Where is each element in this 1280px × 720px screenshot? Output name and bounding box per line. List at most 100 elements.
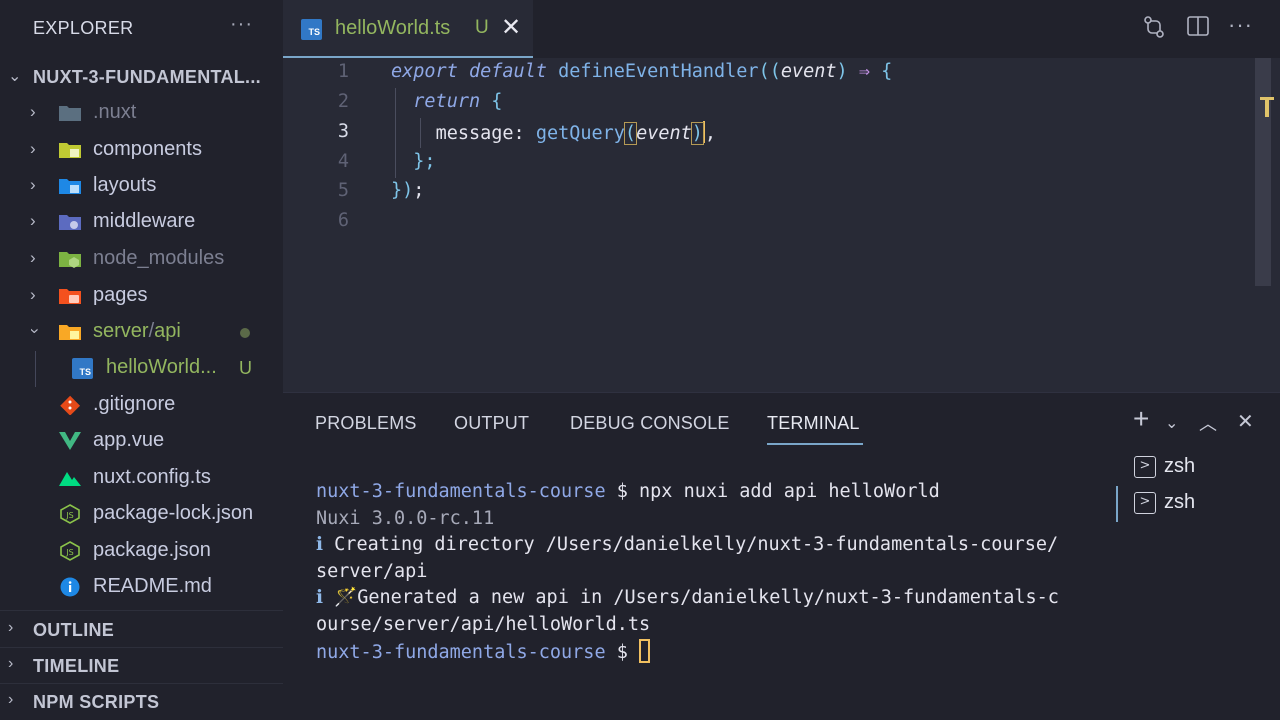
more-actions-icon[interactable]: ··· (1228, 12, 1253, 38)
tree-item-label: README.md (93, 575, 212, 597)
tree-item-label: components (93, 138, 202, 160)
chevron-down-icon: ⌄ (8, 68, 22, 85)
untracked-badge: U (475, 17, 489, 38)
svg-text:JS: JS (65, 548, 73, 557)
section-label: OUTLINE (33, 620, 115, 640)
divider (0, 610, 283, 611)
node-modules-folder-icon (59, 252, 81, 268)
tree-file-package[interactable]: JS package.json (0, 533, 283, 569)
npm-scripts-section[interactable]: › NPM SCRIPTS (0, 684, 283, 718)
tree-item-label: package-lock.json (93, 502, 254, 524)
tree-item-label: pages (93, 284, 148, 306)
untracked-badge: U (239, 358, 252, 378)
line-number: 6 (337, 210, 349, 231)
tab-problems[interactable]: PROBLEMS (315, 413, 417, 434)
chevron-down-icon: › (25, 328, 45, 334)
components-folder-icon (59, 143, 81, 158)
vue-icon (59, 432, 81, 450)
compare-changes-icon[interactable] (1141, 14, 1167, 46)
chevron-right-icon: › (30, 139, 36, 158)
chevron-right-icon: › (30, 102, 36, 121)
tab-bar: TS helloWorld.ts U ✕ ··· (283, 0, 1280, 58)
editor-scrollbar[interactable] (1255, 58, 1271, 286)
close-icon[interactable]: ✕ (501, 13, 521, 42)
typescript-file-icon: TS (72, 358, 93, 379)
chevron-right-icon: › (8, 655, 14, 672)
server-folder-open-icon (59, 325, 81, 340)
tab-output[interactable]: OUTPUT (454, 413, 529, 434)
tree-file-helloworld[interactable]: TS helloWorld... U (0, 350, 283, 386)
more-actions-icon[interactable]: ··· (230, 13, 253, 36)
tab-terminal[interactable]: TERMINAL (767, 413, 860, 434)
line-number: 1 (337, 61, 349, 82)
tree-folder-node-modules[interactable]: › node_modules (0, 241, 283, 277)
tree-file-nuxt-config[interactable]: nuxt.config.ts (0, 460, 283, 496)
new-terminal-icon[interactable]: + (1133, 403, 1149, 435)
line-number: 2 (337, 91, 349, 112)
tree-item-label: node_modules (93, 247, 225, 269)
chevron-right-icon: › (30, 248, 36, 267)
maximize-panel-icon[interactable]: ︿ (1199, 410, 1217, 436)
folder-icon (59, 106, 81, 121)
tree-item-label: app.vue (93, 429, 165, 451)
modified-dot (240, 328, 250, 338)
section-label: NPM SCRIPTS (33, 692, 160, 712)
code-line-3: message: getQuery(event), (435, 121, 717, 145)
info-icon (60, 577, 80, 597)
tree-folder-middleware[interactable]: › middleware (0, 204, 283, 240)
tab-helloworld[interactable]: TS helloWorld.ts U ✕ (283, 0, 533, 58)
terminal-cursor (639, 638, 651, 663)
code-line-5: }); (391, 180, 425, 201)
tree-folder-nuxt[interactable]: › .nuxt (0, 95, 283, 131)
split-editor-icon[interactable] (1186, 14, 1210, 44)
tree-item-label: nuxt.config.ts (93, 466, 211, 488)
project-name: NUXT-3-FUNDAMENTAL... (33, 67, 261, 87)
chevron-down-icon[interactable]: ⌄ (1165, 413, 1178, 433)
section-label: TIMELINE (33, 656, 120, 676)
scroll-cursor-marker (1265, 97, 1269, 117)
terminal-session-2[interactable]: > zsh (1134, 487, 1280, 523)
tree-item-label: middleware (93, 210, 196, 232)
chevron-right-icon: › (8, 619, 14, 636)
session-label: zsh (1164, 491, 1196, 513)
line-number: 5 (337, 180, 349, 201)
active-session-indicator (1116, 486, 1118, 522)
terminal-session-1[interactable]: > zsh (1134, 451, 1280, 487)
explorer-sidebar: EXPLORER ··· ⌄ NUXT-3-FUNDAMENTAL... › .… (0, 0, 283, 720)
chevron-right-icon: › (8, 691, 14, 708)
close-panel-icon[interactable]: ✕ (1237, 409, 1254, 434)
nuxt-icon (59, 472, 81, 486)
pages-folder-icon (59, 289, 81, 304)
tree-file-app-vue[interactable]: app.vue (0, 423, 283, 459)
bottom-panel: PROBLEMS OUTPUT DEBUG CONSOLE TERMINAL +… (283, 392, 1280, 720)
terminal-output[interactable]: nuxt-3-fundamentals-course $ npx nuxi ad… (316, 479, 1106, 666)
tree-folder-server-api[interactable]: › server/api (0, 314, 283, 350)
tree-item-label: layouts (93, 174, 157, 196)
tree-item-label: .nuxt (93, 101, 137, 123)
git-icon (60, 395, 81, 415)
project-folder-header[interactable]: ⌄ NUXT-3-FUNDAMENTAL... (0, 59, 283, 93)
timeline-section[interactable]: › TIMELINE (0, 648, 283, 682)
svg-text:JS: JS (65, 511, 73, 520)
line-number-active: 3 (337, 121, 349, 142)
tab-debug-console[interactable]: DEBUG CONSOLE (570, 413, 730, 434)
chevron-right-icon: › (30, 285, 36, 304)
tree-folder-layouts[interactable]: › layouts (0, 168, 283, 204)
tree-item-label: .gitignore (93, 393, 176, 415)
middleware-folder-icon (59, 215, 81, 230)
code-editor[interactable]: 1 2 3 4 5 6 export default defineEventHa… (283, 58, 1280, 392)
outline-section[interactable]: › OUTLINE (0, 612, 283, 646)
tree-file-gitignore[interactable]: .gitignore (0, 387, 283, 423)
tree-folder-pages[interactable]: › pages (0, 278, 283, 314)
tree-folder-components[interactable]: › components (0, 132, 283, 168)
chevron-right-icon: › (30, 211, 36, 230)
line-number: 4 (337, 151, 349, 172)
tree-file-readme[interactable]: README.md (0, 569, 283, 605)
tree-item-label: package.json (93, 539, 211, 561)
tree-file-package-lock[interactable]: JS package-lock.json (0, 496, 283, 532)
active-tab-indicator (767, 443, 863, 445)
tree-item-label: server/api (93, 320, 181, 342)
code-line-1: export default defineEventHandler((event… (391, 61, 893, 82)
terminal-icon: > (1134, 456, 1156, 478)
chevron-right-icon: › (30, 175, 36, 194)
